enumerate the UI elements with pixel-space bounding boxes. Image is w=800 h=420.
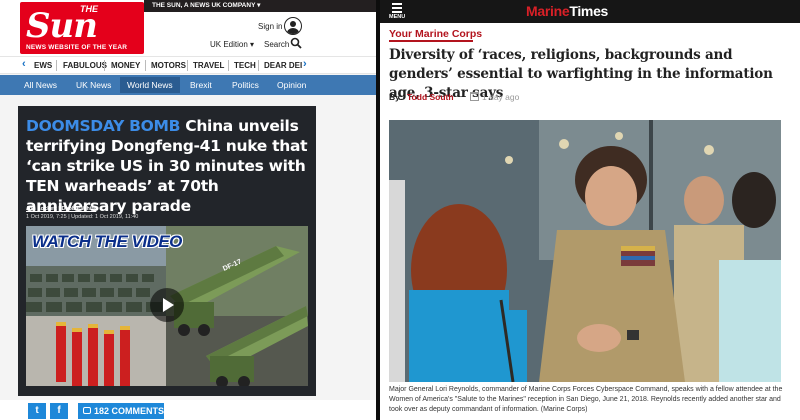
company-bar-label[interactable]: THE SUN, A NEWS UK COMPANY ▾ (152, 1, 260, 9)
sign-in-link[interactable]: Sign in (258, 22, 282, 31)
menu-label[interactable]: MENU (389, 14, 405, 20)
comments-button[interactable]: 182 COMMENTS (78, 403, 164, 419)
article-headline[interactable]: DOOMSDAY BOMB China unveils terrifying D… (26, 116, 312, 216)
marinetimes-logo[interactable]: MarineTimes (526, 3, 608, 19)
section-underline (389, 40, 473, 42)
subsection-nav: All News UK News World News Brexit Polit… (0, 75, 376, 95)
subnav-brexit[interactable]: Brexit (190, 80, 212, 90)
play-icon[interactable] (150, 288, 184, 322)
watch-video-label[interactable]: WATCH THE VIDEO (32, 232, 182, 252)
share-bar: t f 182 COMMENTS (0, 400, 376, 420)
nav-item-tech[interactable]: TECH (234, 61, 256, 70)
nav-left-arrow-icon[interactable]: ‹ (22, 58, 26, 70)
article-card: DOOMSDAY BOMB China unveils terrifying D… (18, 106, 316, 396)
byline-label: By: (389, 92, 403, 102)
comment-icon (83, 407, 91, 414)
nav-separator (56, 60, 57, 71)
article-authors[interactable]: Jon Lockett | Debbie White (26, 206, 96, 212)
subnav-uk-news[interactable]: UK News (76, 80, 111, 90)
screenshot-composite: Sun THE NEWS WEBSITE OF THE YEAR THE SUN… (0, 0, 800, 420)
calendar-icon (470, 92, 479, 101)
photo-caption: Major General Lori Reynolds, commander o… (389, 386, 783, 413)
subnav-all-news[interactable]: All News (24, 80, 57, 90)
subnav-opinion[interactable]: Opinion (277, 80, 306, 90)
missile-trucks-image: DF-17 (166, 226, 308, 386)
nav-separator (104, 60, 105, 71)
nav-separator (145, 60, 146, 71)
nav-separator (258, 60, 259, 71)
hamburger-menu-icon[interactable] (392, 3, 402, 13)
video-player[interactable]: DF-17 WATCH THE VIDEO (26, 226, 308, 386)
comments-count: 182 COMMENTS (94, 406, 165, 416)
search-link[interactable]: Search (264, 40, 289, 49)
nav-item-fabulous[interactable]: FABULOUS (63, 61, 107, 70)
sun-logo-tagline: NEWS WEBSITE OF THE YEAR (26, 44, 128, 51)
sun-page: Sun THE NEWS WEBSITE OF THE YEAR THE SUN… (0, 0, 376, 420)
account-icon[interactable] (284, 17, 302, 35)
nav-separator (228, 60, 229, 71)
sun-logo-the: THE (80, 4, 98, 14)
article-photo (389, 120, 781, 382)
nav-separator (187, 60, 188, 71)
twitter-share-button[interactable]: t (28, 403, 46, 419)
search-icon[interactable] (290, 37, 302, 49)
nav-item-money[interactable]: MONEY (111, 61, 140, 70)
logo-marine: Marine (526, 3, 570, 19)
mt-top-bar: MENU MarineTimes (380, 0, 800, 23)
author-link[interactable]: Todd South (407, 92, 454, 102)
nav-right-arrow-icon[interactable]: › (303, 58, 307, 70)
subnav-world-news[interactable]: World News (127, 80, 173, 90)
publish-date: 1 day ago (482, 92, 520, 102)
logo-times: Times (569, 3, 609, 19)
article-kicker: DOOMSDAY BOMB (26, 117, 181, 135)
subnav-politics[interactable]: Politics (232, 80, 259, 90)
company-bar: THE SUN, A NEWS UK COMPANY ▾ (144, 0, 376, 12)
article-dates: 1 Oct 2019, 7:25 | Updated: 1 Oct 2019, … (26, 214, 139, 220)
nav-item-travel[interactable]: TRAVEL (193, 61, 224, 70)
sun-logo[interactable]: Sun THE NEWS WEBSITE OF THE YEAR (20, 2, 144, 54)
section-nav: ‹ EWS FABULOUS MONEY MOTORS TRAVEL TECH … (0, 56, 376, 74)
section-link[interactable]: Your Marine Corps (389, 28, 482, 40)
nav-item-dear-deidre[interactable]: DEAR DEI (264, 61, 302, 70)
facebook-share-button[interactable]: f (50, 403, 68, 419)
marinetimes-page: MENU MarineTimes Your Marine Corps Diver… (380, 0, 800, 420)
nav-item-news[interactable]: EWS (34, 61, 52, 70)
nav-item-motors[interactable]: MOTORS (151, 61, 186, 70)
edition-selector[interactable]: UK Edition ▾ (210, 40, 254, 49)
